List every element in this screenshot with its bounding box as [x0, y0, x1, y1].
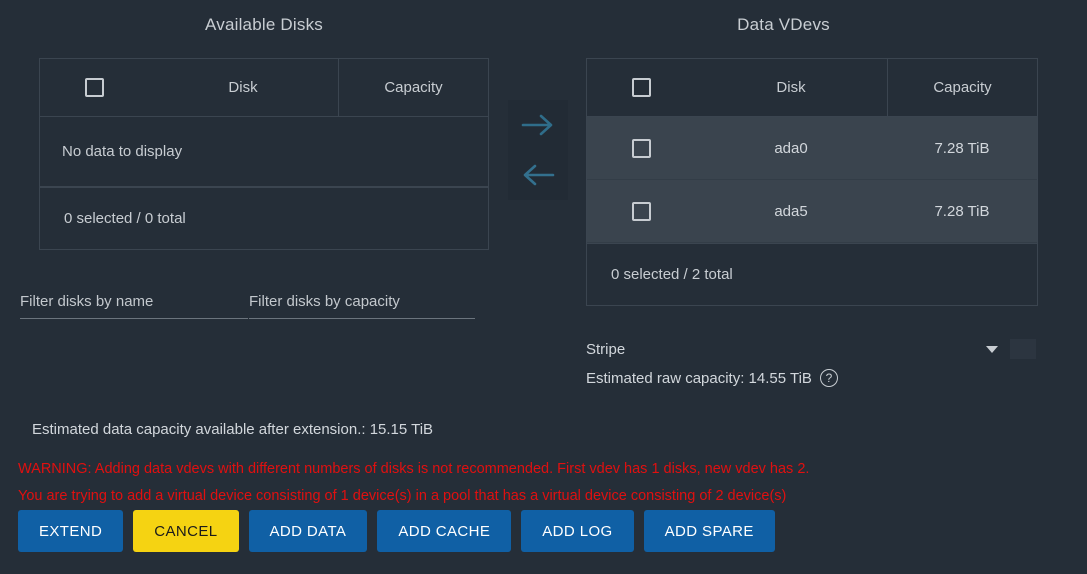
arrow-right-icon: [521, 112, 555, 138]
available-disks-header-row: Disk Capacity: [40, 59, 488, 117]
add-cache-button[interactable]: ADD CACHE: [377, 510, 512, 552]
warning-message-line-2: You are trying to add a virtual device c…: [18, 488, 787, 504]
search-input-capacity[interactable]: [249, 285, 475, 318]
filter-disks-by-name-field[interactable]: [20, 285, 248, 319]
available-disks-table: Disk Capacity No data to display 0 selec…: [39, 58, 489, 250]
row-disk-name: ada0: [774, 139, 808, 157]
row-disk-capacity: 7.28 TiB: [934, 139, 990, 157]
add-log-button[interactable]: ADD LOG: [521, 510, 634, 552]
data-vdevs-header-row: Disk Capacity: [587, 59, 1037, 117]
extend-button[interactable]: EXTEND: [18, 510, 124, 552]
move-left-button[interactable]: [516, 154, 560, 196]
available-disks-empty-message: No data to display: [40, 117, 488, 187]
estimated-raw-capacity: Estimated raw capacity: 14.55 TiB ?: [586, 369, 838, 387]
data-vdevs-title: Data VDevs: [737, 15, 830, 34]
filter-disks-by-capacity-field[interactable]: [249, 285, 475, 319]
data-vdevs-col-disk[interactable]: Disk: [695, 59, 887, 116]
available-disks-col-disk[interactable]: Disk: [148, 59, 338, 116]
select-all-checkbox-vdevs[interactable]: [631, 78, 651, 97]
available-disks-col-capacity[interactable]: Capacity: [338, 59, 488, 116]
chevron-down-icon[interactable]: [986, 345, 998, 353]
row-disk-capacity: 7.28 TiB: [934, 202, 990, 220]
data-vdevs-select-all-cell[interactable]: [587, 59, 695, 116]
search-input-name[interactable]: [20, 285, 248, 318]
add-spare-button[interactable]: ADD SPARE: [643, 510, 775, 552]
warning-message-line-1: WARNING: Adding data vdevs with differen…: [18, 461, 810, 477]
add-data-button[interactable]: ADD DATA: [248, 510, 368, 552]
move-right-button[interactable]: [516, 104, 560, 146]
select-trailing-swatch: [1010, 339, 1036, 359]
available-disks-selection-summary: 0 selected / 0 total: [40, 187, 488, 249]
row-checkbox[interactable]: [631, 138, 651, 158]
estimated-raw-capacity-label: Estimated raw capacity: 14.55 TiB: [586, 369, 812, 387]
cancel-button[interactable]: CANCEL: [133, 510, 239, 552]
data-vdevs-col-capacity[interactable]: Capacity: [887, 59, 1037, 116]
estimated-data-capacity-text: Estimated data capacity available after …: [32, 421, 434, 438]
data-vdevs-table: Disk Capacity ada0 7.28 TiB ada5 7.28 Ti…: [586, 58, 1038, 306]
row-select-cell[interactable]: [587, 117, 695, 179]
row-checkbox[interactable]: [631, 201, 651, 221]
extend-pool-dialog: Available Disks Data VDevs Disk Capacity…: [0, 0, 1087, 574]
table-row[interactable]: ada5 7.28 TiB: [587, 180, 1037, 243]
data-vdevs-selection-summary: 0 selected / 2 total: [587, 243, 1037, 305]
dialog-action-bar: EXTEND CANCEL ADD DATA ADD CACHE ADD LOG…: [18, 510, 775, 552]
vdev-layout-selected-value: Stripe: [586, 340, 626, 358]
transfer-controls: [508, 100, 568, 200]
arrow-left-icon: [521, 162, 555, 188]
select-all-checkbox-available[interactable]: [84, 78, 104, 97]
vdev-layout-select[interactable]: Stripe: [586, 334, 1036, 364]
help-icon[interactable]: ?: [819, 369, 838, 387]
row-disk-name: ada5: [774, 202, 808, 220]
available-disks-title: Available Disks: [205, 15, 323, 34]
available-disks-select-all-cell[interactable]: [40, 59, 148, 116]
table-row[interactable]: ada0 7.28 TiB: [587, 117, 1037, 180]
row-select-cell[interactable]: [587, 180, 695, 242]
